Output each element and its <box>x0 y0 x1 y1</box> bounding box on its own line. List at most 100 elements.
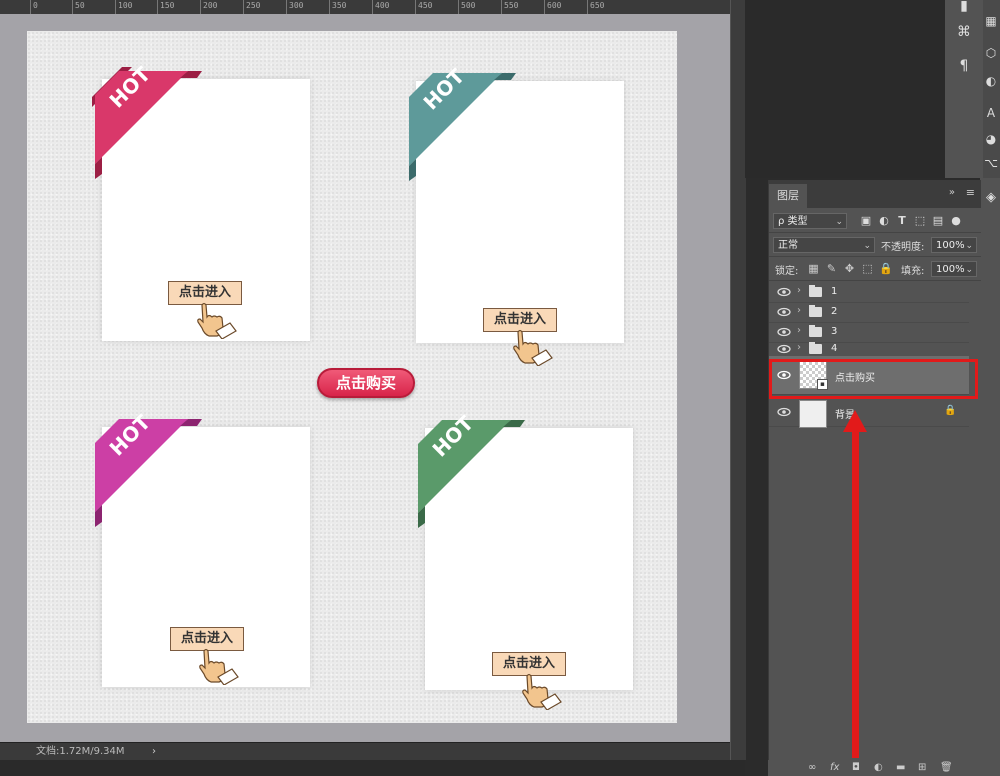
hand-cursor-icon <box>199 648 239 685</box>
eye-icon[interactable] <box>777 325 791 339</box>
ruler-tick: 250 <box>243 0 260 14</box>
layer-group-4[interactable]: › 4 <box>769 342 969 356</box>
panel-menu-icon[interactable]: ≡ <box>966 186 975 199</box>
adjust-icon[interactable]: ◐ <box>980 74 1000 88</box>
fill-label: 填充: <box>901 266 925 277</box>
ruler-tick: 400 <box>372 0 389 14</box>
ruler-tick: 550 <box>501 0 518 14</box>
chevron-down-icon: ⌄ <box>965 241 973 251</box>
chevron-right-icon[interactable]: › <box>797 342 801 353</box>
image-filter-icon[interactable]: ▣ <box>859 214 873 227</box>
hot-ribbon-2: HOT <box>409 64 516 181</box>
filter-toggle-icon[interactable]: ● <box>949 214 963 227</box>
status-bar: 文档:1.72M/9.34M › <box>0 742 730 761</box>
bottom-bar <box>0 760 745 776</box>
chevron-right-icon[interactable]: › <box>797 305 801 316</box>
adjustment-icon[interactable]: ◐ <box>874 762 883 773</box>
status-menu-arrow[interactable]: › <box>152 743 156 761</box>
layers-panel-tabbar: 图层 » ≡ <box>769 180 981 208</box>
layers-icon[interactable]: ◈ <box>980 190 1000 205</box>
path-icon[interactable]: ⌥ <box>980 156 1000 170</box>
blend-mode-dropdown[interactable]: 正常 ⌄ <box>773 237 875 253</box>
ruler-tick: 0 <box>30 0 38 14</box>
lock-label: 锁定: <box>775 266 799 277</box>
highlight-annotation-box <box>769 359 978 399</box>
lock-all-icon[interactable]: 🔒 <box>879 262 893 275</box>
layer-group-3[interactable]: › 3 <box>769 322 969 343</box>
folder-icon <box>809 325 822 337</box>
eye-icon[interactable] <box>777 305 791 319</box>
tool-preset-icon[interactable]: ▮ <box>953 0 975 14</box>
blend-opacity-row: 正常 ⌄ 不透明度: 100% ⌄ <box>769 234 981 257</box>
tab-layers[interactable]: 图层 <box>769 184 807 208</box>
lock-position-icon[interactable]: ✥ <box>843 262 856 275</box>
chevron-down-icon: ⌄ <box>863 241 871 251</box>
lock-artboard-icon[interactable]: ⬚ <box>861 262 874 275</box>
brush-icon[interactable]: ◕ <box>980 132 1000 146</box>
chevron-down-icon: ⌄ <box>965 265 973 275</box>
mask-icon[interactable]: ◘ <box>852 762 860 773</box>
collapsed-panel-column-2: ▦ ⬡ ◐ A ◕ ⌥ <box>983 0 1000 178</box>
search-icon: ρ <box>778 216 785 227</box>
horizontal-ruler: 0 50 100 150 200 250 300 350 400 450 500… <box>0 0 730 15</box>
document-workspace[interactable]: 点击进入 HOT 点击进入 HOT 点击进入 HOT 点击进入 HOT 点击购买 <box>0 14 730 742</box>
layer-name: 1 <box>831 286 838 297</box>
layer-thumbnail <box>799 400 827 428</box>
fill-value: 100% <box>936 264 965 275</box>
hand-cursor-icon <box>197 302 237 339</box>
lock-fill-row: 锁定: ▦ ✎ ✥ ⬚ 🔒 填充: 100% ⌄ <box>769 258 981 281</box>
panel-dock-background <box>745 0 945 178</box>
ruler-tick: 200 <box>200 0 217 14</box>
adjustment-filter-icon[interactable]: ◐ <box>877 214 891 227</box>
hot-ribbon-4: HOT <box>418 411 525 528</box>
collapsed-panel-column: ▮ ⌘ ¶ <box>945 0 984 178</box>
collapsed-panels-dock: ▮ ⌘ ¶ ▦ ⬡ ◐ A ◕ ⌥ <box>945 0 1000 178</box>
character-icon[interactable]: A <box>980 106 1000 120</box>
3d-icon[interactable]: ⬡ <box>980 46 1000 60</box>
fx-icon[interactable]: fx <box>830 762 839 773</box>
shape-filter-icon[interactable]: ⬚ <box>913 214 927 227</box>
eye-icon[interactable] <box>777 405 791 419</box>
ruler-tick: 50 <box>72 0 85 14</box>
type-filter-icon[interactable]: T <box>895 214 909 227</box>
new-layer-icon[interactable]: ⊞ <box>918 762 926 773</box>
smart-object-filter-icon[interactable]: ▤ <box>931 214 945 227</box>
document-canvas[interactable]: 点击进入 HOT 点击进入 HOT 点击进入 HOT 点击进入 HOT 点击购买 <box>27 31 677 723</box>
chevron-right-icon[interactable]: › <box>797 325 801 336</box>
layer-filter-dropdown[interactable]: ρ 类型 ⌄ <box>773 213 847 229</box>
link-icon[interactable]: ∞ <box>808 762 816 773</box>
document-size: 文档:1.72M/9.34M <box>36 746 125 757</box>
panel-dock-strip: ◈ <box>980 178 1000 776</box>
panel-collapse-button[interactable]: » <box>949 187 955 198</box>
ruler-tick: 300 <box>286 0 303 14</box>
opacity-label: 不透明度: <box>881 242 925 253</box>
ruler-tick: 350 <box>329 0 346 14</box>
delete-icon[interactable]: 🗑 <box>940 762 953 773</box>
buy-now-button[interactable]: 点击购买 <box>317 368 415 398</box>
layer-name: 3 <box>831 326 838 337</box>
hot-ribbon-3: HOT <box>95 410 202 527</box>
ruler-tick: 650 <box>587 0 604 14</box>
layers-panel: 图层 » ≡ ρ 类型 ⌄ ▣ ◐ T ⬚ ▤ ● 正常 ⌄ 不透明度: 100… <box>768 180 981 776</box>
opacity-input[interactable]: 100% ⌄ <box>931 237 977 253</box>
folder-icon <box>809 342 822 354</box>
layer-group-1[interactable]: › 1 <box>769 282 969 303</box>
eye-icon[interactable] <box>777 285 791 299</box>
layer-group-2[interactable]: › 2 <box>769 302 969 323</box>
eye-icon[interactable] <box>777 342 791 356</box>
fill-input[interactable]: 100% ⌄ <box>931 261 977 277</box>
hot-ribbon-1: HOT <box>92 62 202 179</box>
vertical-scrollbar[interactable] <box>730 0 746 760</box>
lock-image-icon[interactable]: ✎ <box>825 262 838 275</box>
lock-transparent-icon[interactable]: ▦ <box>807 262 820 275</box>
lock-icon: 🔒 <box>944 405 957 416</box>
layer-filter-row: ρ 类型 ⌄ ▣ ◐ T ⬚ ▤ ● <box>769 210 981 233</box>
folder-icon <box>809 285 822 297</box>
paragraph-icon[interactable]: ¶ <box>953 58 975 74</box>
chevron-right-icon[interactable]: › <box>797 285 801 296</box>
new-group-icon[interactable]: ▬ <box>896 762 905 773</box>
swatches-icon[interactable]: ▦ <box>980 14 1000 28</box>
paragraph-style-icon[interactable]: ⌘ <box>953 24 975 40</box>
layer-name: 2 <box>831 306 838 317</box>
ruler-tick: 500 <box>458 0 475 14</box>
